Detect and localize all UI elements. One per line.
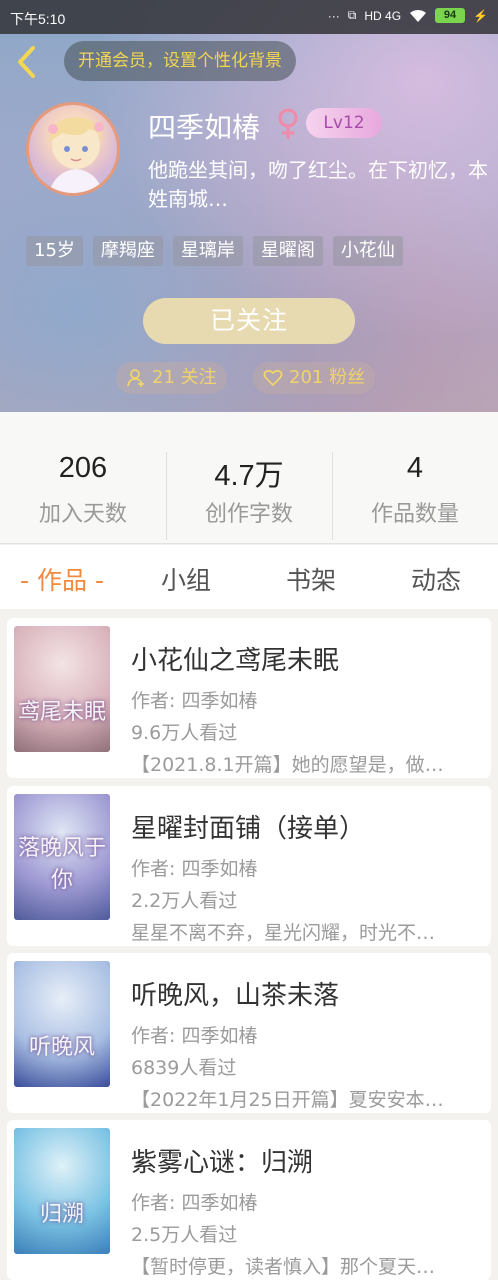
cover-title-art: 鸢尾未眠 [17,700,106,725]
work-author: 作者: 四季如椿 [131,1025,258,1047]
stat-label: 加入天数 [38,502,127,527]
work-cover[interactable]: 鸢尾未眠 [14,626,110,752]
fans-count: 201 粉丝 [289,367,366,388]
profile-tabs: - 作品 - 小组 书架 动态 [0,545,498,609]
work-cover[interactable]: 听晚风 [14,961,110,1087]
tag-zodiac: 摩羯座 [92,236,163,266]
username: 四季如椿 [148,111,261,144]
stat-join-days: 206 加入天数 [0,452,166,528]
stat-value: 206 [58,452,108,484]
more-dots-icon: ··· [327,8,340,23]
work-title[interactable]: 紫雾心谜：归溯 [131,1142,313,1179]
following-count-button[interactable]: 21 关注 [116,362,227,394]
stat-word-count: 4.7万 创作字数 [166,452,332,528]
heart-icon [263,369,283,386]
work-cover[interactable]: 落晚风于你 [14,794,110,920]
tag-group-2: 星曜阁 [252,236,323,266]
work-description: 【2022年1月25日开篇】夏安安本… [131,1089,444,1111]
wifi-icon [410,9,427,22]
screen-rotate-icon: ⧉ [347,8,357,22]
tab-groups[interactable]: 小组 [124,561,248,597]
vip-background-prompt[interactable]: 开通会员，设置个性化背景 [64,41,296,81]
work-author: 作者: 四季如椿 [131,858,258,880]
cover-title-art: 听晚风 [28,1035,95,1060]
stat-works-count: 4 作品数量 [332,452,498,528]
tag-age: 15岁 [26,236,83,266]
tab-works[interactable]: - 作品 - [0,561,124,597]
network-label: HD 4G [364,8,402,23]
stats-panel: 206 加入天数 4.7万 创作字数 4 作品数量 [0,412,498,544]
fans-count-button[interactable]: 201 粉丝 [253,362,376,394]
work-card[interactable]: 落晚风于你 星曜封面铺（接单） 作者: 四季如椿 2.2万人看过 星星不离不弃，… [7,786,491,946]
user-bio: 他跪坐其间，吻了红尘。在下初忆，本姓南城… [148,158,488,211]
avatar[interactable] [26,102,120,196]
work-description: 【2021.8.1开篇】她的愿望是，做… [131,754,444,776]
work-description: 星星不离不弃，星光闪耀，时光不… [131,922,436,944]
stat-label: 作品数量 [370,502,459,527]
tag-group-3: 小花仙 [332,236,403,266]
status-time: 下午5:10 [10,11,66,27]
work-cover[interactable]: 归溯 [14,1128,110,1254]
work-description: 【暂时停更，读者慎入】那个夏天… [131,1256,436,1278]
work-card[interactable]: 归溯 紫雾心谜：归溯 作者: 四季如椿 2.5万人看过 【暂时停更，读者慎入】那… [7,1120,491,1280]
user-add-icon [127,369,144,387]
status-icons: ··· ⧉ HD 4G 94 ⚡ [328,8,488,23]
work-title[interactable]: 小花仙之鸢尾未眠 [131,640,339,677]
work-views: 6839人看过 [131,1057,237,1079]
tab-bookshelf[interactable]: 书架 [249,561,373,597]
work-title[interactable]: 星曜封面铺（接单） [131,808,365,845]
charging-icon: ⚡ [473,8,488,23]
cover-title-art: 落晚风于你 [17,836,106,893]
stat-value: 4.7万 [214,460,284,492]
work-title[interactable]: 听晚风，山茶未落 [131,975,339,1012]
status-bar: 下午5:10 ··· ⧉ HD 4G 94 ⚡ [0,0,498,34]
work-card[interactable]: 听晚风 听晚风，山茶未落 作者: 四季如椿 6839人看过 【2022年1月25… [7,953,491,1113]
avatar-illustration [48,117,104,193]
tag-group-1: 星璃岸 [172,236,243,266]
back-arrow-icon[interactable] [12,44,42,80]
battery-icon: 94 [435,8,466,23]
work-author: 作者: 四季如椿 [131,690,258,712]
stat-value: 4 [406,452,424,484]
stat-label: 创作字数 [204,502,293,527]
cover-title-art: 归溯 [39,1202,84,1227]
female-gender-icon [278,108,298,139]
work-author: 作者: 四季如椿 [131,1192,258,1214]
work-views: 2.5万人看过 [131,1224,238,1246]
level-badge: Lv12 [306,108,382,138]
work-views: 2.2万人看过 [131,890,238,912]
followed-button[interactable]: 已关注 [143,298,355,344]
work-views: 9.6万人看过 [131,722,238,744]
work-card[interactable]: 鸢尾未眠 小花仙之鸢尾未眠 作者: 四季如椿 9.6万人看过 【2021.8.1… [7,618,491,778]
profile-tags: 15岁 摩羯座 星璃岸 星曜阁 小花仙 [26,236,403,266]
tab-activity[interactable]: 动态 [374,561,498,597]
following-count: 21 关注 [152,367,217,388]
profile-header: 下午5:10 ··· ⧉ HD 4G 94 ⚡ 开通会员，设置个性化背景 四季如… [0,0,498,412]
